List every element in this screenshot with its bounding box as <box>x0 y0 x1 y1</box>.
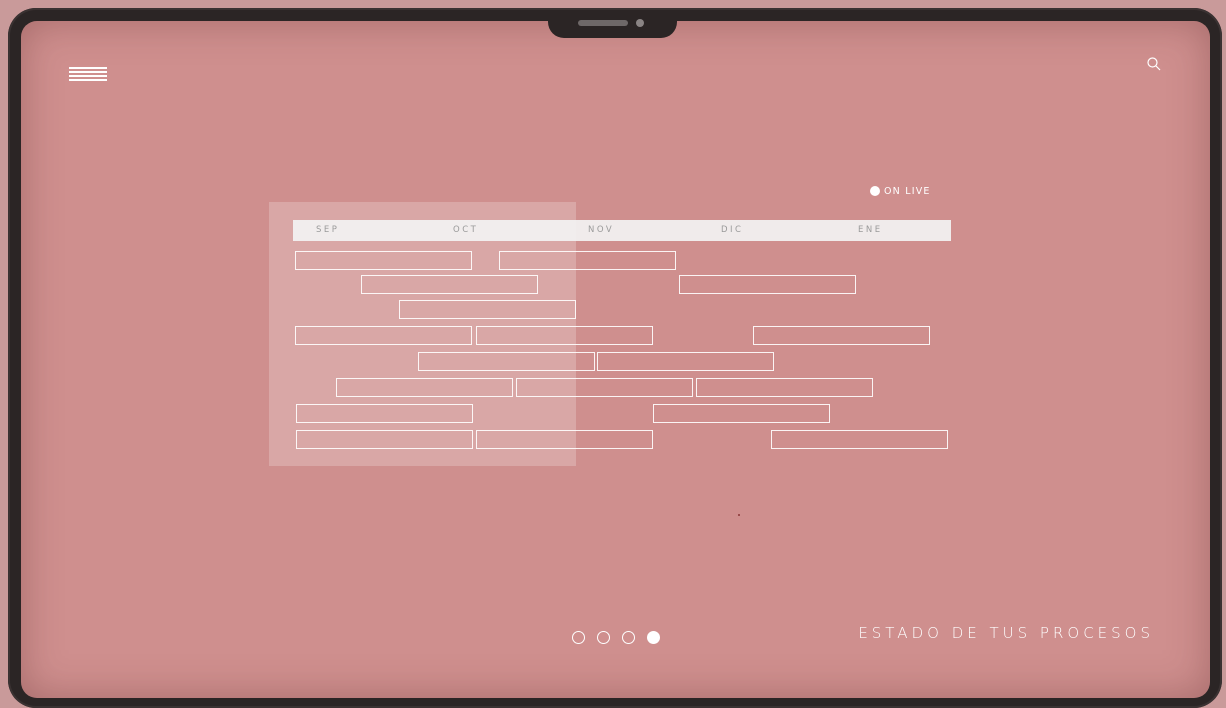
timeline-month-header: SEP OCT NOV DIC ENE <box>293 220 951 241</box>
month-label: ENE <box>858 225 883 235</box>
menu-line <box>69 71 107 73</box>
month-label: DIC <box>721 225 744 235</box>
process-bar[interactable] <box>653 404 830 423</box>
screen: ON LIVE SEP OCT NOV DIC ENE ESTADO DE TU… <box>21 21 1210 698</box>
page-dot[interactable] <box>597 631 610 644</box>
month-label: OCT <box>453 225 479 235</box>
live-indicator: ON LIVE <box>870 184 931 198</box>
month-label: NOV <box>588 225 615 235</box>
process-bar[interactable] <box>296 430 473 449</box>
hamburger-menu-icon[interactable] <box>69 67 107 81</box>
device-notch <box>548 10 677 38</box>
page-dot-active[interactable] <box>647 631 660 644</box>
month-label: SEP <box>316 225 340 235</box>
process-bar[interactable] <box>296 404 473 423</box>
process-bar[interactable] <box>295 326 472 345</box>
process-bar[interactable] <box>516 378 693 397</box>
process-bar[interactable] <box>499 251 676 270</box>
process-bar[interactable] <box>361 275 538 294</box>
menu-line <box>69 75 107 77</box>
camera-icon <box>636 19 644 27</box>
live-label: ON LIVE <box>884 185 931 197</box>
cursor-dot <box>738 514 740 516</box>
process-bar[interactable] <box>476 430 653 449</box>
process-bar[interactable] <box>295 251 472 270</box>
search-icon[interactable] <box>1146 56 1162 72</box>
speaker-grille <box>578 20 628 26</box>
process-bar[interactable] <box>336 378 513 397</box>
menu-line <box>69 67 107 69</box>
process-bar[interactable] <box>696 378 873 397</box>
live-dot-icon <box>870 186 880 196</box>
process-bar[interactable] <box>753 326 930 345</box>
process-bar[interactable] <box>476 326 653 345</box>
process-bar[interactable] <box>771 430 948 449</box>
menu-line <box>69 79 107 81</box>
page-dot[interactable] <box>572 631 585 644</box>
process-bar[interactable] <box>679 275 856 294</box>
process-bar[interactable] <box>597 352 774 371</box>
page-title: ESTADO DE TUS PROCESOS <box>858 624 1154 642</box>
page-dot[interactable] <box>622 631 635 644</box>
process-bar[interactable] <box>418 352 595 371</box>
page-indicator <box>572 631 660 644</box>
process-bar[interactable] <box>399 300 576 319</box>
